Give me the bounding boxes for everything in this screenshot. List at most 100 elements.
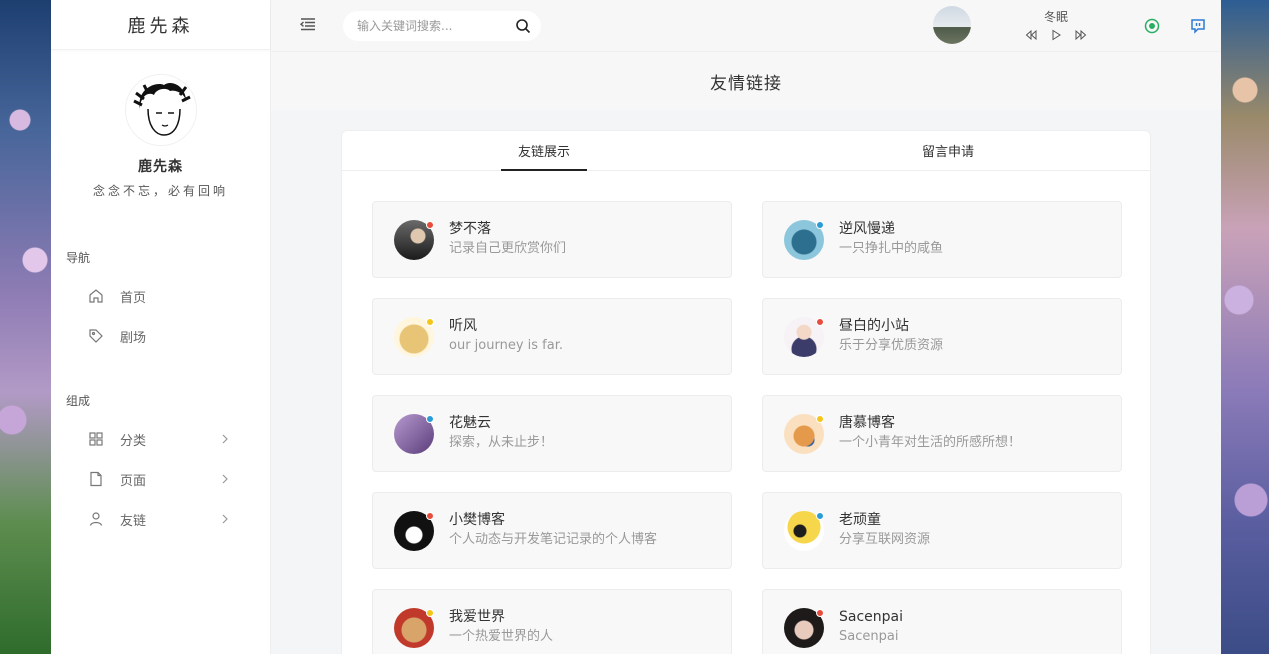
- status-dot: [816, 317, 824, 326]
- nav-group-title-navigation: 导航: [66, 251, 91, 265]
- friend-name: 梦不落: [449, 221, 491, 237]
- player-controls: 冬眠: [1021, 8, 1091, 41]
- friend-links-card: 友链展示 留言申请 梦不落 记录自己更欣赏你们 逆风慢递 一只挣扎中的咸鱼 听风…: [341, 130, 1151, 654]
- background-scenery-right: [1221, 0, 1269, 654]
- friend-links-grid: 梦不落 记录自己更欣赏你们 逆风慢递 一只挣扎中的咸鱼 听风 our journ…: [372, 201, 1122, 654]
- sidebar-item-label: 剧场: [120, 330, 147, 346]
- friend-name: Sacenpai: [839, 609, 904, 625]
- friend-link-card[interactable]: 唐慕博客 一个小青年对生活的所感所想！: [762, 395, 1122, 472]
- friend-description: 一只挣扎中的咸鱼: [839, 241, 944, 256]
- next-track-icon[interactable]: [1075, 29, 1087, 41]
- friend-avatar: [784, 219, 824, 260]
- friend-link-card[interactable]: Sacenpai Sacenpai: [762, 589, 1122, 654]
- previous-track-icon[interactable]: [1025, 29, 1037, 41]
- friend-name: 唐慕博客: [839, 415, 895, 431]
- sidebar-item-friend-links[interactable]: 友链: [51, 499, 270, 539]
- friend-link-card[interactable]: 老顽童 分享互联网资源: [762, 492, 1122, 569]
- music-player: 冬眠: [933, 6, 1087, 44]
- status-dot: [816, 220, 824, 229]
- main-content: 冬眠 友情链接: [271, 0, 1221, 654]
- friend-name: 花魅云: [449, 415, 491, 431]
- friend-name: 听风: [449, 318, 477, 334]
- friend-link-card[interactable]: 听风 our journey is far.: [372, 298, 732, 375]
- tag-icon: [88, 328, 104, 344]
- nav-list-composition: 分类 页面 友链: [51, 419, 270, 539]
- status-dot: [426, 414, 434, 423]
- sidebar: 鹿先森 鹿先森 念念不忘，必有回响 导航 首页 剧场 组成 分类 页面 友链: [51, 0, 271, 654]
- status-dot: [426, 511, 434, 520]
- search-box: [343, 11, 541, 41]
- status-dot: [816, 608, 824, 617]
- friend-description: 一个小青年对生活的所感所想！: [839, 435, 1022, 450]
- status-dot: [426, 317, 434, 326]
- file-icon: [88, 471, 104, 487]
- friend-name: 我爱世界: [449, 609, 505, 625]
- friend-link-card[interactable]: 昼白的小站 乐于分享优质资源: [762, 298, 1122, 375]
- friend-description: 探索，从未止步！: [449, 435, 554, 450]
- sidebar-item-categories[interactable]: 分类: [51, 419, 270, 459]
- sidebar-item-label: 分类: [120, 433, 147, 449]
- nav-list-navigation: 首页 剧场: [51, 276, 270, 356]
- friend-description: 乐于分享优质资源: [839, 338, 944, 353]
- play-icon[interactable]: [1050, 29, 1062, 41]
- sidebar-item-pages[interactable]: 页面: [51, 459, 270, 499]
- friend-name: 逆风慢递: [839, 221, 895, 237]
- search-input[interactable]: [357, 19, 515, 33]
- friend-name: 昼白的小站: [839, 318, 909, 334]
- friend-avatar: [784, 413, 824, 454]
- friend-description: Sacenpai: [839, 629, 899, 644]
- friend-avatar: [784, 316, 824, 357]
- target-icon[interactable]: [1144, 18, 1160, 34]
- friend-description: 一个热爱世界的人: [449, 629, 554, 644]
- nav-group-title-composition: 组成: [66, 394, 91, 408]
- sidebar-item-theater[interactable]: 剧场: [51, 316, 270, 356]
- chevron-right-icon: [220, 474, 230, 484]
- sidebar-item-label: 友链: [120, 513, 147, 529]
- profile-card: 鹿先森 念念不忘，必有回响: [51, 50, 270, 199]
- tab-apply-message[interactable]: 留言申请: [746, 131, 1150, 170]
- chat-bubble-icon[interactable]: [1190, 18, 1206, 34]
- friend-avatar: [394, 219, 434, 260]
- status-dot: [426, 220, 434, 229]
- brand-logo-text[interactable]: 鹿先森: [128, 12, 194, 38]
- friend-avatar: [394, 316, 434, 357]
- tab-friend-links-showcase[interactable]: 友链展示: [342, 131, 746, 170]
- friend-description: 分享互联网资源: [839, 532, 931, 547]
- friend-description: 记录自己更欣赏你们: [449, 241, 567, 256]
- brand-bar: 鹿先森: [51, 0, 270, 50]
- friend-link-card[interactable]: 梦不落 记录自己更欣赏你们: [372, 201, 732, 278]
- background-scenery-left: [0, 0, 51, 654]
- friend-name: 小樊博客: [449, 512, 505, 528]
- search-icon[interactable]: [515, 18, 531, 34]
- user-icon: [88, 511, 104, 527]
- friend-link-card[interactable]: 花魅云 探索，从未止步！: [372, 395, 732, 472]
- home-icon: [88, 288, 104, 304]
- status-dot: [816, 414, 824, 423]
- friend-description: 个人动态与开发笔记记录的个人博客: [449, 532, 658, 547]
- friend-avatar: [394, 510, 434, 551]
- song-title: 冬眠: [1043, 10, 1068, 24]
- friend-description: our journey is far.: [449, 338, 563, 353]
- chevron-right-icon: [220, 434, 230, 444]
- friend-link-card[interactable]: 小樊博客 个人动态与开发笔记记录的个人博客: [372, 492, 732, 569]
- profile-motto: 念念不忘，必有回响: [92, 184, 228, 198]
- album-cover[interactable]: [933, 6, 971, 44]
- page-title-bar: 友情链接: [271, 52, 1221, 110]
- top-bar: 冬眠: [271, 0, 1221, 52]
- friend-avatar: [394, 607, 434, 648]
- sidebar-item-home[interactable]: 首页: [51, 276, 270, 316]
- friend-avatar: [784, 607, 824, 648]
- friend-avatar: [394, 413, 434, 454]
- profile-name: 鹿先森: [138, 159, 183, 175]
- sidebar-item-label: 首页: [120, 290, 147, 306]
- grid-icon: [88, 431, 104, 447]
- friend-link-card[interactable]: 我爱世界 一个热爱世界的人: [372, 589, 732, 654]
- tab-bar: 友链展示 留言申请: [342, 131, 1150, 171]
- chevron-right-icon: [220, 514, 230, 524]
- menu-toggle-icon[interactable]: [299, 16, 317, 32]
- profile-avatar[interactable]: [124, 74, 197, 146]
- friend-name: 老顽童: [839, 512, 881, 528]
- friend-avatar: [784, 510, 824, 551]
- friend-link-card[interactable]: 逆风慢递 一只挣扎中的咸鱼: [762, 201, 1122, 278]
- status-dot: [816, 511, 824, 520]
